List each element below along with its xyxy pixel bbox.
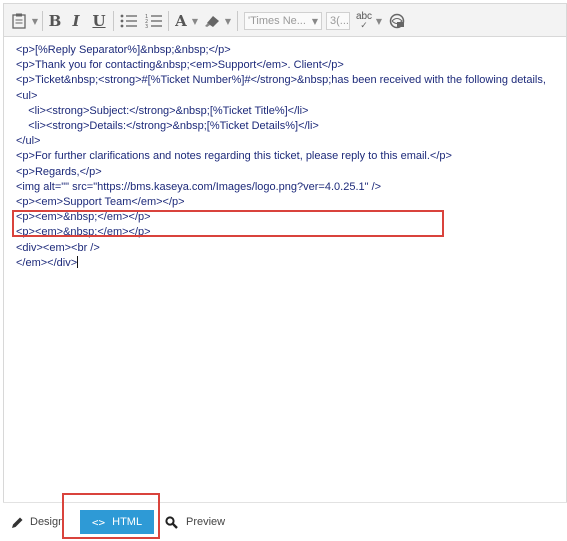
highlight-dropdown-icon[interactable]: ▼	[223, 10, 233, 32]
html-editor: ▼ B I U 123 A ▼ ▼ 'Times Ne... ▼ 3(... a…	[3, 0, 567, 540]
magnifier-icon	[165, 515, 178, 529]
bold-button[interactable]: B	[46, 10, 64, 32]
editor-toolbar: ▼ B I U 123 A ▼ ▼ 'Times Ne... ▼ 3(... a…	[3, 3, 567, 37]
design-mode-tab[interactable]: Design	[11, 510, 64, 534]
svg-text:3: 3	[145, 24, 148, 29]
font-name-value: 'Times Ne...	[248, 15, 306, 27]
highlight-icon[interactable]	[203, 10, 223, 32]
paste-icon[interactable]	[8, 10, 30, 32]
text-cursor	[77, 255, 79, 268]
source-line: <li><strong>Details:</strong>&nbsp;[%Tic…	[16, 120, 319, 133]
html-tab-highlight	[62, 493, 160, 539]
bullet-list-icon[interactable]	[118, 10, 140, 32]
spellcheck-dropdown-icon[interactable]: ▼	[374, 10, 384, 32]
font-name-dropdown-icon: ▼	[311, 16, 318, 26]
check-icon: ✓	[360, 20, 368, 30]
source-line: <ul>	[16, 89, 38, 102]
toolbar-separator	[42, 11, 43, 31]
underline-button[interactable]: U	[90, 10, 108, 32]
preview-mode-label: Preview	[186, 516, 226, 528]
img-line-highlight	[12, 210, 444, 237]
design-mode-label: Design	[30, 516, 65, 528]
link-icon[interactable]	[387, 10, 407, 32]
numbered-list-icon[interactable]: 123	[143, 10, 165, 32]
source-line: </em></div>	[16, 256, 78, 269]
font-size-value: 3(...	[330, 15, 349, 27]
source-line: <div><em><br />	[16, 241, 100, 254]
italic-button[interactable]: I	[67, 10, 85, 32]
toolbar-separator	[237, 11, 238, 31]
preview-mode-tab[interactable]: Preview	[165, 510, 225, 534]
font-name-select[interactable]: 'Times Ne... ▼	[244, 12, 322, 30]
toolbar-separator	[113, 11, 114, 31]
font-color-dropdown-icon[interactable]: ▼	[190, 10, 200, 32]
source-line: <p><em>Support Team</em></p>	[16, 196, 185, 209]
source-line: </ul>	[16, 135, 41, 148]
font-color-button[interactable]: A	[173, 10, 189, 32]
spellcheck-button[interactable]: abc ✓	[354, 10, 374, 32]
source-line: <p>For further clarifications and notes …	[16, 150, 452, 163]
font-size-select[interactable]: 3(...	[326, 12, 350, 30]
html-source-area[interactable]: <p>[%Reply Separator%]&nbsp;&nbsp;</p> <…	[3, 37, 567, 502]
pencil-icon	[12, 517, 23, 528]
source-line: <li><strong>Subject:</strong>&nbsp;[%Tic…	[16, 104, 309, 117]
source-line: <p>Regards,</p>	[16, 165, 102, 178]
source-line: <p>Thank you for contacting&nbsp;<em>Sup…	[16, 59, 344, 72]
source-line: <p>[%Reply Separator%]&nbsp;&nbsp;</p>	[16, 44, 231, 56]
source-line: <p>Ticket&nbsp;<strong>#[%Ticket Number%…	[16, 74, 546, 87]
source-line-img: <img alt="" src="https://bms.kaseya.com/…	[16, 180, 382, 193]
toolbar-separator	[168, 11, 169, 31]
paste-dropdown-icon[interactable]: ▼	[30, 10, 40, 32]
